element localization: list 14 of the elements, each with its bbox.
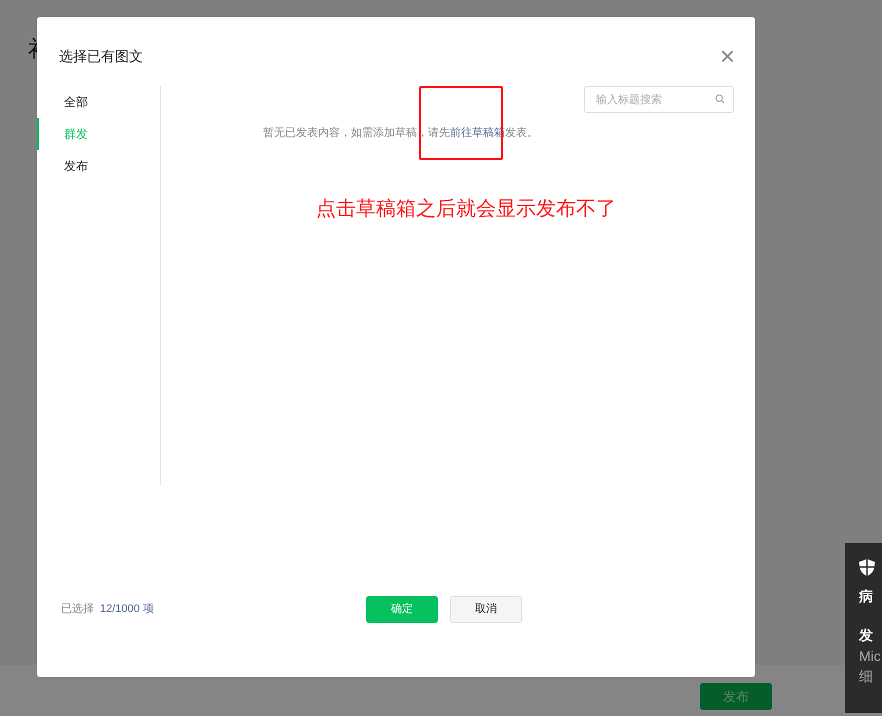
cancel-button[interactable]: 取消 — [450, 596, 522, 622]
toast-text: 病 — [859, 587, 874, 606]
search-icon — [715, 94, 725, 104]
annotation-text: 点击草稿箱之后就会显示发布不了 — [316, 196, 616, 222]
toast-text: 发 — [859, 626, 874, 645]
close-button[interactable]: × — [720, 43, 735, 69]
sidebar-item[interactable]: 发布 — [37, 150, 160, 182]
selection-label: 已选择 12/1000 项 — [61, 602, 154, 617]
shield-icon — [859, 559, 875, 576]
search-field[interactable]: 输入标题搜索 — [584, 86, 734, 113]
sidebar-item[interactable]: 全部 — [37, 86, 160, 118]
dialog-title: 选择已有图文 — [59, 46, 143, 66]
toast-text: Mic — [859, 647, 882, 666]
toast-text: 细 — [859, 667, 874, 686]
